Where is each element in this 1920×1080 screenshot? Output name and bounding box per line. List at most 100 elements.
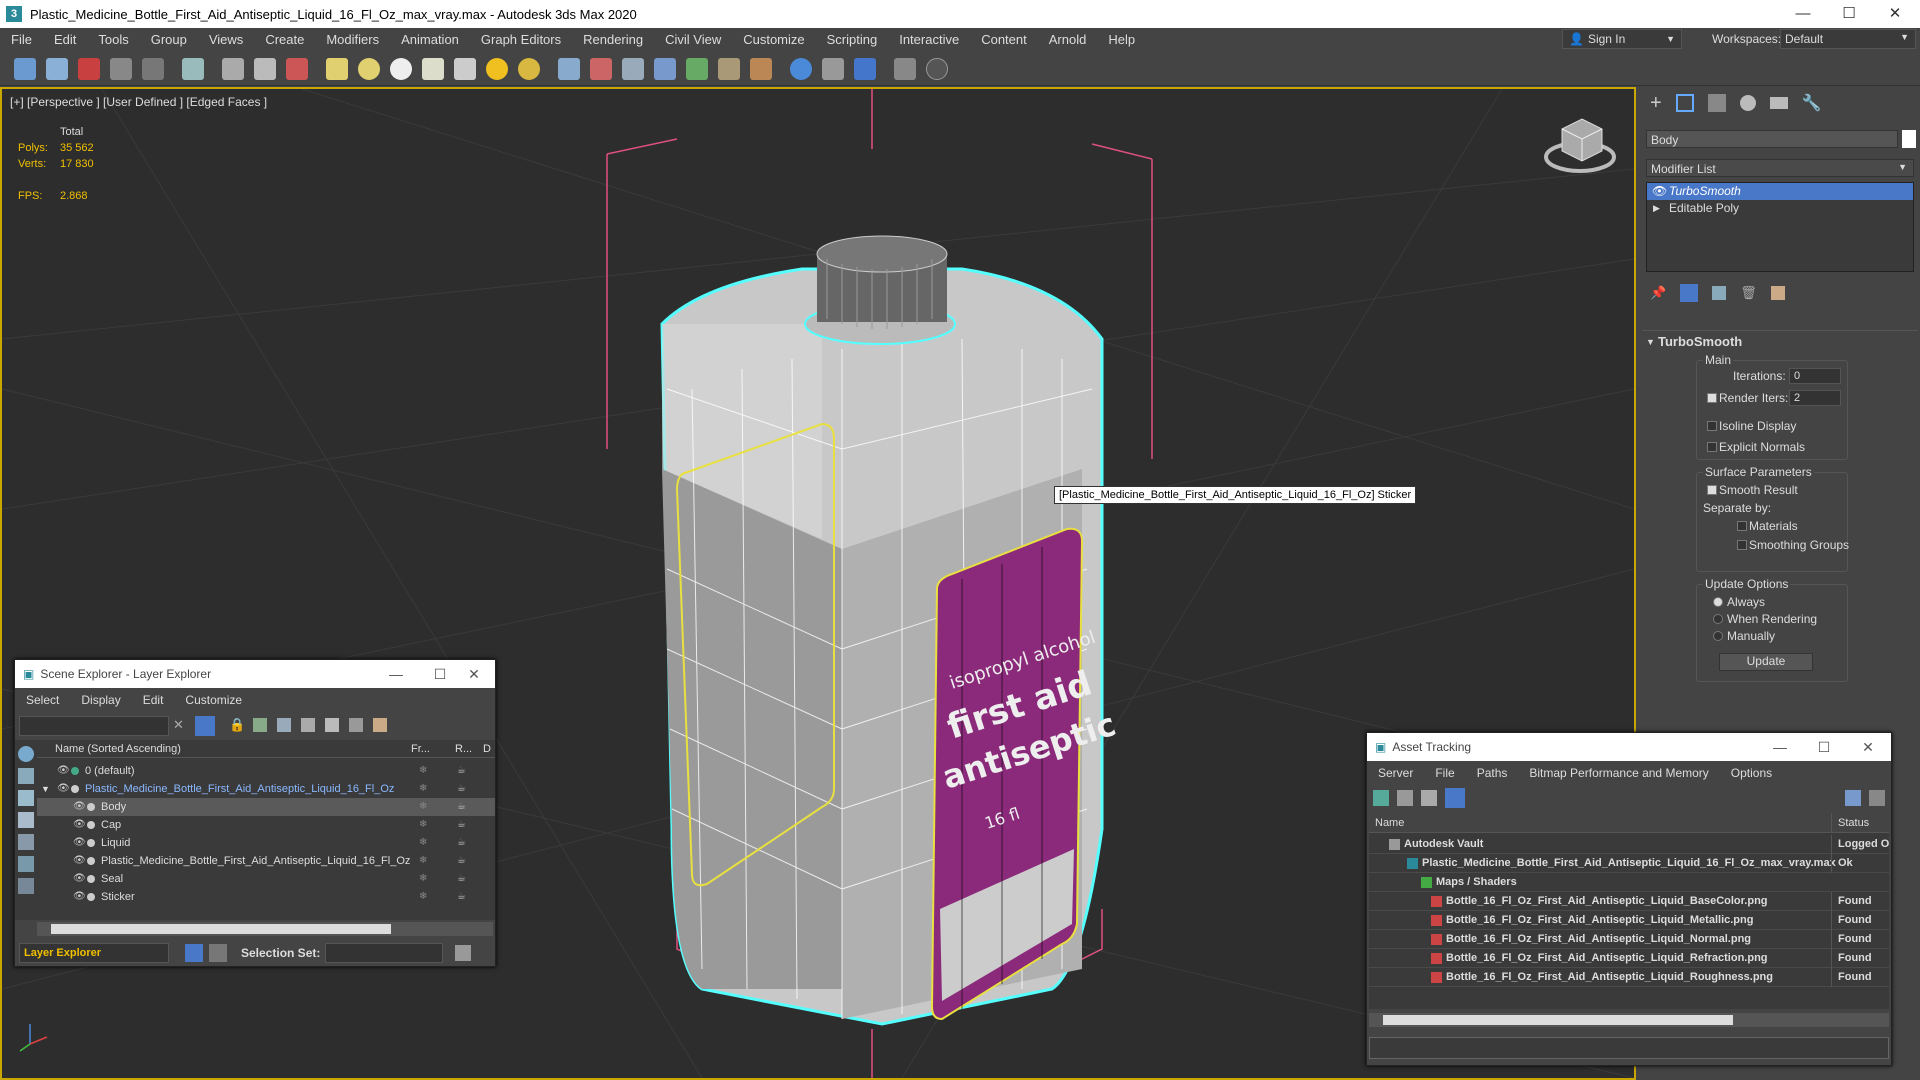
undo-icon[interactable] xyxy=(14,58,36,80)
hierarchy-tab-icon[interactable] xyxy=(1707,94,1726,112)
render-setup-icon[interactable] xyxy=(822,58,844,80)
iterations-spinner[interactable]: 0 xyxy=(1789,368,1841,384)
scene-explorer-scrollbar[interactable] xyxy=(37,922,493,936)
at-menu-server[interactable]: Server xyxy=(1367,766,1424,780)
se-menu-customize[interactable]: Customize xyxy=(174,693,253,707)
scene-tree-row[interactable]: ▼ 👁 Plastic_Medicine_Bottle_First_Aid_Anti… xyxy=(37,780,495,798)
menu-graph-editors[interactable]: Graph Editors xyxy=(470,32,572,47)
asset-row[interactable]: Bottle_16_Fl_Oz_First_Aid_Antiseptic_Liq… xyxy=(1369,911,1889,930)
at-menu-bitmap-performance-and-memory[interactable]: Bitmap Performance and Memory xyxy=(1518,766,1719,780)
cloth-icon[interactable] xyxy=(750,58,772,80)
update-button[interactable]: Update xyxy=(1719,653,1813,671)
freeze-icon[interactable]: ❄ xyxy=(419,816,427,834)
selection-set-dropdown[interactable] xyxy=(325,943,443,963)
scene-explorer-icon[interactable] xyxy=(894,58,916,80)
scene-tree-row[interactable]: 👁 Seal ❄ ☕ xyxy=(37,870,495,888)
expand-icon[interactable]: ▶ xyxy=(1653,200,1660,217)
scene-tree-row[interactable]: 👁 Sticker ❄ ☕ xyxy=(37,888,495,906)
table-view-icon[interactable] xyxy=(1445,788,1465,808)
cone-icon[interactable] xyxy=(454,58,476,80)
create-layer-icon[interactable] xyxy=(253,718,267,732)
freeze-icon[interactable]: ❄ xyxy=(419,852,427,870)
close-button[interactable]: ✕ xyxy=(1845,733,1891,761)
explorer-type-dropdown[interactable]: Layer Explorer xyxy=(19,943,169,963)
renderable-icon[interactable]: ☕ xyxy=(457,816,466,834)
cameras-filter-icon[interactable] xyxy=(18,834,34,850)
col-name-header[interactable]: Name xyxy=(1375,813,1404,833)
clear-search-icon[interactable]: ✕ xyxy=(173,717,184,733)
renderable-icon[interactable]: ☕ xyxy=(457,762,466,780)
scene-tree-row[interactable]: 👁 Body ❄ ☕ xyxy=(37,798,495,816)
visibility-eye-icon[interactable]: 👁 xyxy=(73,798,86,816)
menu-interactive[interactable]: Interactive xyxy=(888,32,970,47)
rotate-icon[interactable] xyxy=(254,58,276,80)
pin-stack-icon[interactable]: 📌 xyxy=(1650,285,1666,301)
scene-tree-row[interactable]: 👁 Liquid ❄ ☕ xyxy=(37,834,495,852)
modify-tab-icon[interactable] xyxy=(1675,94,1694,112)
asset-table-scrollbar[interactable] xyxy=(1369,1013,1889,1027)
spacewarp-icon[interactable] xyxy=(654,58,676,80)
menu-customize[interactable]: Customize xyxy=(732,32,815,47)
freeze-icon[interactable]: ❄ xyxy=(419,762,427,780)
close-button[interactable]: ✕ xyxy=(451,660,497,688)
visibility-eye-icon[interactable]: 👁 xyxy=(73,834,86,852)
smooth-result-checkbox[interactable] xyxy=(1707,485,1717,495)
menu-views[interactable]: Views xyxy=(198,32,254,47)
se-menu-select[interactable]: Select xyxy=(15,693,70,707)
hierarchy-mode-icon[interactable] xyxy=(209,944,227,962)
col-status-header[interactable]: Status xyxy=(1831,813,1869,833)
sort-icon[interactable] xyxy=(325,718,339,732)
renderable-icon[interactable]: ☕ xyxy=(457,852,466,870)
render-iters-checkbox[interactable] xyxy=(1707,393,1717,403)
menu-edit[interactable]: Edit xyxy=(43,32,87,47)
se-menu-edit[interactable]: Edit xyxy=(132,693,175,707)
refresh-icon[interactable] xyxy=(1373,790,1389,806)
helper-icon[interactable] xyxy=(622,58,644,80)
col-frozen-header[interactable]: Fr... xyxy=(411,740,430,758)
maximize-button[interactable]: ☐ xyxy=(1826,0,1872,28)
renderable-icon[interactable]: ☕ xyxy=(457,834,466,852)
menu-content[interactable]: Content xyxy=(970,32,1038,47)
redo-icon[interactable] xyxy=(46,58,68,80)
settings-icon[interactable] xyxy=(373,718,387,732)
material-icon[interactable] xyxy=(790,58,812,80)
configure-modifier-sets-icon[interactable] xyxy=(1770,286,1785,300)
asset-row[interactable]: Bottle_16_Fl_Oz_First_Aid_Antiseptic_Liq… xyxy=(1369,930,1889,949)
at-menu-file[interactable]: File xyxy=(1424,766,1465,780)
menu-rendering[interactable]: Rendering xyxy=(572,32,654,47)
light-icon[interactable] xyxy=(518,58,540,80)
menu-help[interactable]: Help xyxy=(1097,32,1146,47)
explicit-normals-checkbox[interactable] xyxy=(1707,442,1717,452)
sun-icon[interactable] xyxy=(486,58,508,80)
helpers-filter-icon[interactable] xyxy=(18,856,34,872)
minimize-button[interactable]: — xyxy=(1780,0,1826,28)
scale-icon[interactable] xyxy=(286,58,308,80)
menu-modifiers[interactable]: Modifiers xyxy=(315,32,390,47)
move-icon[interactable] xyxy=(222,58,244,80)
scrollbar-thumb[interactable] xyxy=(51,924,391,934)
hair-icon[interactable] xyxy=(718,58,740,80)
rollout-header[interactable]: ▼ TurboSmooth xyxy=(1642,330,1918,352)
select-icon[interactable] xyxy=(182,58,204,80)
freeze-icon[interactable]: ❄ xyxy=(419,798,427,816)
sign-in-dropdown[interactable]: 👤 Sign In ▼ xyxy=(1562,29,1682,49)
edit-selection-sets-icon[interactable] xyxy=(455,945,471,961)
visibility-eye-icon[interactable]: 👁 xyxy=(57,762,70,780)
col-name-header[interactable]: Name (Sorted Ascending) xyxy=(55,740,181,758)
eye-icon[interactable]: 👁 xyxy=(1652,183,1667,200)
spacewarps-filter-icon[interactable] xyxy=(18,878,34,894)
display-tab-icon[interactable] xyxy=(1769,97,1788,109)
manually-radio[interactable] xyxy=(1713,631,1723,641)
freeze-icon[interactable]: ❄ xyxy=(419,888,427,906)
object-color-swatch[interactable] xyxy=(1902,130,1916,148)
renderable-icon[interactable]: ☕ xyxy=(457,798,466,816)
hierarchy-icon[interactable] xyxy=(301,718,315,732)
motion-tab-icon[interactable] xyxy=(1739,95,1756,111)
renderable-icon[interactable]: ☕ xyxy=(457,780,466,798)
display-none-icon[interactable] xyxy=(18,746,34,762)
options-icon[interactable] xyxy=(1869,790,1885,806)
create-tab-icon[interactable]: + xyxy=(1650,92,1662,115)
asset-row[interactable]: Maps / Shaders xyxy=(1369,873,1889,892)
visibility-eye-icon[interactable]: 👁 xyxy=(73,852,86,870)
thumbnail-view-icon[interactable] xyxy=(1421,790,1437,806)
